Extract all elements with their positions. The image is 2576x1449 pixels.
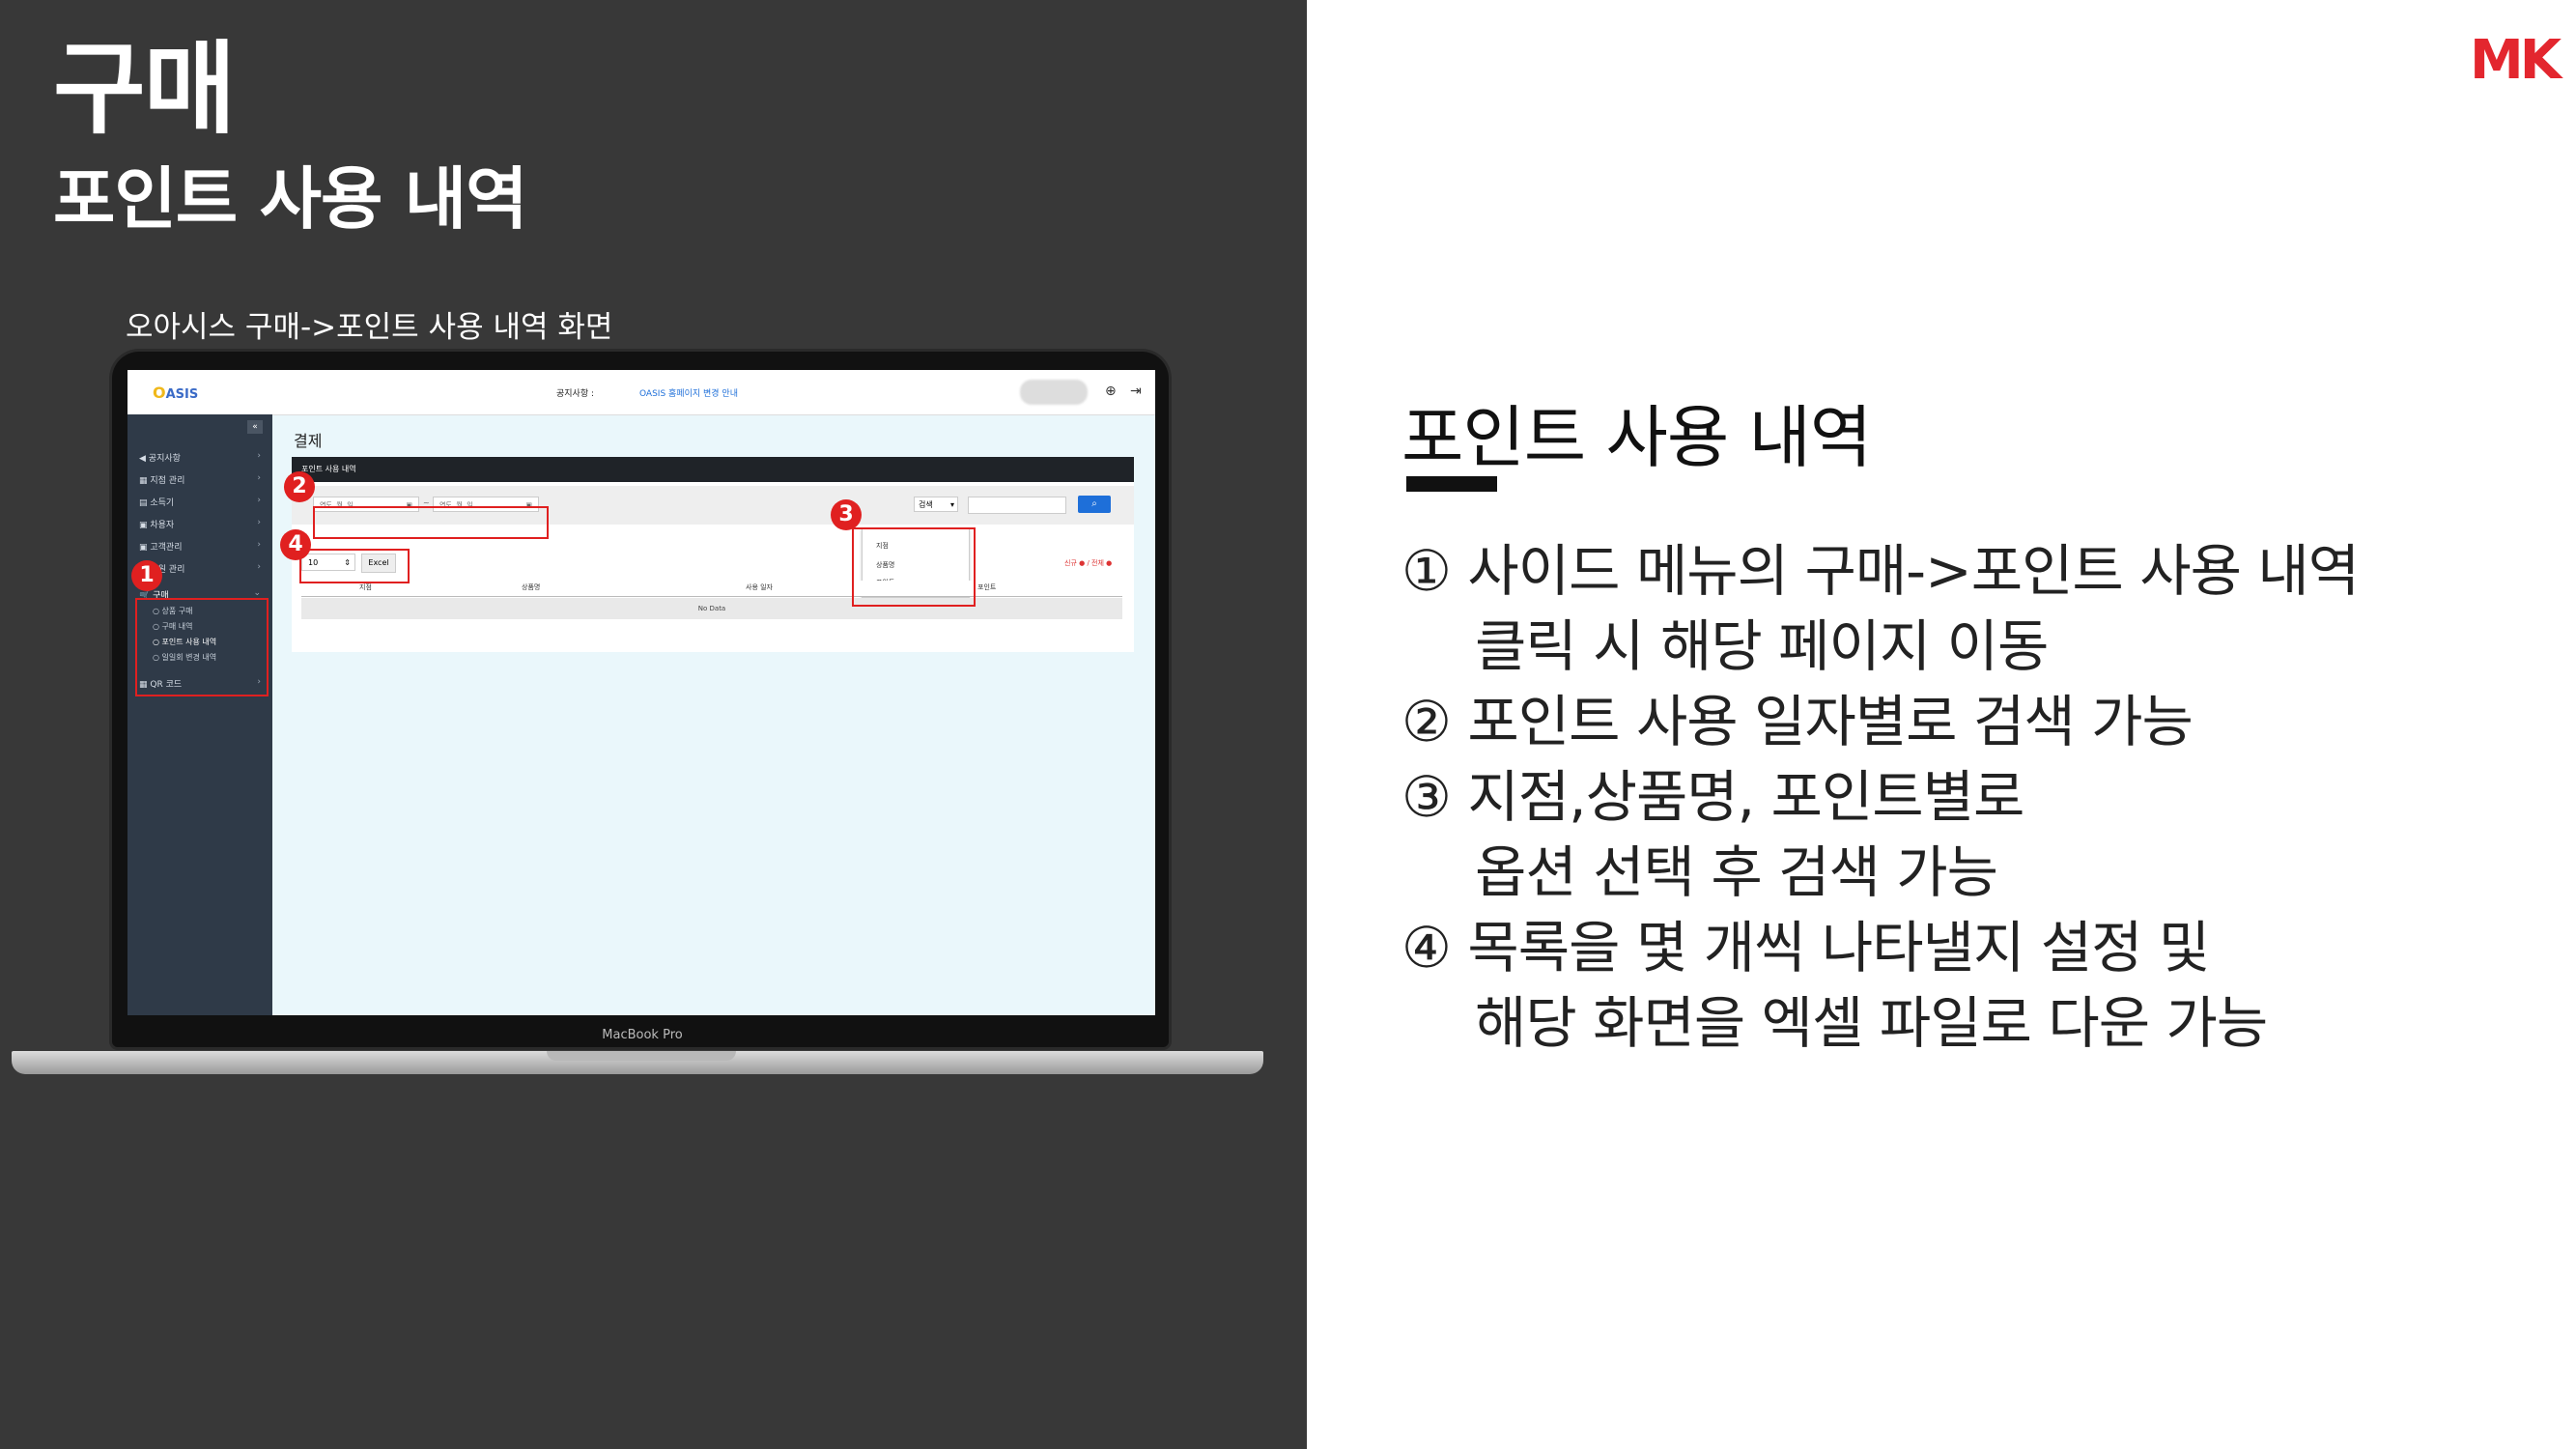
globe-icon[interactable]: ⊕	[1105, 384, 1117, 399]
column-product[interactable]: 상품명	[522, 582, 540, 592]
main-content: 결제 포인트 사용 내역 연도. 월. 일. ▣ ~ 연도. 월. 일. ▣ 검색 ▾…	[272, 414, 1155, 1015]
avatar[interactable]	[1020, 380, 1088, 405]
description-line: 옵션 선택 후 검색 가능	[1475, 839, 1998, 905]
panel-title: 포인트 사용 내역	[292, 457, 1134, 482]
highlight-page-size	[299, 549, 410, 583]
notice-label: 공지사항 :	[556, 389, 595, 399]
table-header: 지점 상품명 사용 일자 포인트	[301, 581, 1122, 597]
notice-link[interactable]: OASIS 홈페이지 변경 안내	[639, 386, 738, 399]
status-legend: 신규 ● / 전체 ●	[1064, 559, 1113, 567]
description-list: ① 사이드 메뉴의 구매->포인트 사용 내역 클릭 시 해당 페이지 이동 ②…	[1401, 533, 2561, 1061]
description-line: 클릭 시 해당 페이지 이동	[1475, 613, 2049, 679]
sidebar-item-vehicle[interactable]: ▣ 차용자 ›	[139, 518, 265, 530]
description-line: ④ 목록을 몇 개씩 나타낼지 설정 및	[1401, 915, 2210, 980]
highlight-sidebar-purchase	[135, 598, 269, 696]
sidebar-item-income[interactable]: ▤ 소득기 ›	[139, 496, 265, 508]
highlight-date-range	[313, 506, 549, 539]
heading-underline	[1406, 476, 1497, 492]
laptop-label: MacBook Pro	[602, 1028, 683, 1042]
brand-logo: MK	[2470, 29, 2562, 92]
description-line: ① 사이드 메뉴의 구매->포인트 사용 내역	[1401, 538, 2360, 604]
highlight-search-options	[852, 527, 976, 607]
laptop-notch	[547, 1051, 736, 1061]
sidebar-item-branch[interactable]: ▦ 지점 관리 ›	[139, 473, 265, 486]
column-point[interactable]: 포인트	[977, 582, 996, 592]
app-logo[interactable]: OASIS	[153, 384, 198, 402]
slide-subtitle: 포인트 사용 내역	[53, 159, 528, 239]
description-line: 해당 화면을 엑셀 파일로 다운 가능	[1475, 990, 2268, 1056]
chevron-down-icon: ▾	[949, 500, 954, 509]
screenshot-caption: 오아시스 구매->포인트 사용 내역 화면	[126, 310, 613, 345]
page-title: 결제	[294, 432, 323, 450]
laptop-screen: OASIS 공지사항 : OASIS 홈페이지 변경 안내 ⊕ ⇥ « ◀ 공지…	[127, 370, 1155, 1015]
column-branch[interactable]: 지점	[359, 582, 372, 592]
slide-title: 구매	[53, 30, 236, 148]
badge-2: 2	[284, 471, 315, 502]
sidebar-item-customer[interactable]: ▣ 고객관리 ›	[139, 540, 265, 553]
badge-1: 1	[131, 560, 162, 591]
empty-row: No Data	[301, 598, 1122, 619]
search-type-select[interactable]: 검색 ▾	[914, 497, 958, 512]
search-icon: ⌕	[1091, 498, 1097, 509]
badge-4: 4	[280, 529, 311, 560]
search-button[interactable]: ⌕	[1078, 496, 1111, 513]
description-heading: 포인트 사용 내역	[1401, 398, 1872, 477]
badge-3: 3	[831, 499, 862, 530]
search-input[interactable]	[968, 497, 1066, 514]
column-date[interactable]: 사용 일자	[746, 582, 773, 592]
sidebar-item-notice[interactable]: ◀ 공지사항 ›	[139, 451, 265, 464]
logout-icon[interactable]: ⇥	[1130, 384, 1142, 399]
description-line: ② 포인트 사용 일자별로 검색 가능	[1401, 689, 2194, 754]
description-line: ③ 지점,상품명, 포인트별로	[1401, 764, 2024, 830]
point-usage-panel: 포인트 사용 내역 연도. 월. 일. ▣ ~ 연도. 월. 일. ▣ 검색 ▾ ⌕ …	[292, 457, 1134, 652]
sidebar: « ◀ 공지사항 › ▦ 지점 관리 › ▤ 소득기 › ▣ 차용자 › ▣ 고객관리 ›…	[127, 414, 272, 1015]
app-topbar: OASIS 공지사항 : OASIS 홈페이지 변경 안내 ⊕ ⇥	[127, 370, 1155, 415]
collapse-button[interactable]: «	[247, 420, 263, 434]
